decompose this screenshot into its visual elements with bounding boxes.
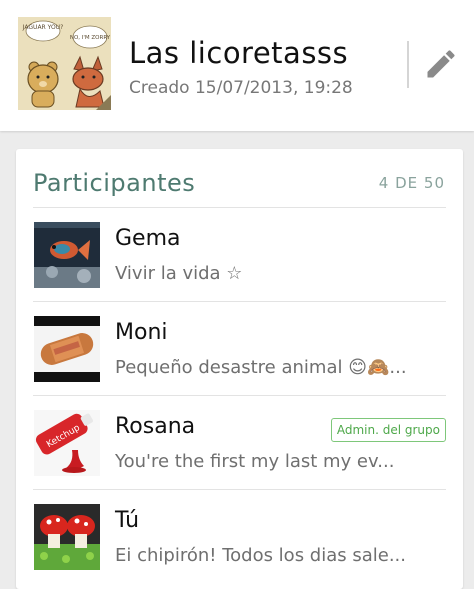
participant-name: Rosana — [115, 414, 196, 439]
group-title: Las licoretasss — [129, 36, 349, 70]
participant-row[interactable]: Gema Vivir la vida ☆ — [16, 208, 463, 302]
participants-card: Participantes 4 DE 50 Gema Vivir la vida… — [16, 149, 463, 589]
participant-name: Gema — [115, 226, 181, 251]
group-avatar[interactable]: JAGUAR YOU? NO, I'M ZORRY — [18, 17, 111, 110]
participants-title: Participantes — [33, 169, 196, 197]
participant-name: Tú — [115, 508, 140, 533]
ketchup-photo-icon: Ketchup — [34, 410, 100, 476]
participant-avatar — [34, 504, 100, 570]
header-divider — [407, 41, 409, 88]
avatar-bubble-right: NO, I'M ZORRY — [70, 35, 111, 41]
participant-status: Vivir la vida ☆ — [115, 263, 243, 284]
participant-row[interactable]: Moni Pequeño desastre animal 😊🙈... — [16, 302, 463, 396]
participant-avatar: Ketchup — [34, 410, 100, 476]
group-header: JAGUAR YOU? NO, I'M ZORRY Las licoretass… — [0, 0, 474, 131]
participant-avatar — [34, 316, 100, 382]
fish-photo-icon — [34, 222, 100, 288]
participant-row[interactable]: Ketchup Rosana Admin. del grupo You're t… — [16, 396, 463, 490]
avatar-bubble-left: JAGUAR YOU? — [22, 24, 64, 31]
group-created-date: Creado 15/07/2013, 19:28 — [129, 78, 353, 98]
participant-status: Pequeño desastre animal 😊🙈... — [115, 357, 407, 378]
admin-badge: Admin. del grupo — [330, 418, 446, 442]
participant-avatar — [34, 222, 100, 288]
sausage-photo-icon — [34, 316, 100, 382]
mushroom-food-photo-icon — [34, 504, 100, 570]
participants-count: 4 DE 50 — [378, 174, 445, 192]
participant-name: Moni — [115, 320, 168, 345]
pencil-icon — [427, 50, 455, 78]
participant-status: Ei chipirón! Todos los dias sale... — [115, 545, 406, 566]
participant-row[interactable]: Tú Ei chipirón! Todos los dias sale... — [16, 490, 463, 584]
cartoon-group-avatar-icon: JAGUAR YOU? NO, I'M ZORRY — [18, 17, 111, 110]
participant-status: You're the first my last my ev... — [115, 451, 395, 472]
edit-group-button[interactable] — [423, 46, 459, 82]
